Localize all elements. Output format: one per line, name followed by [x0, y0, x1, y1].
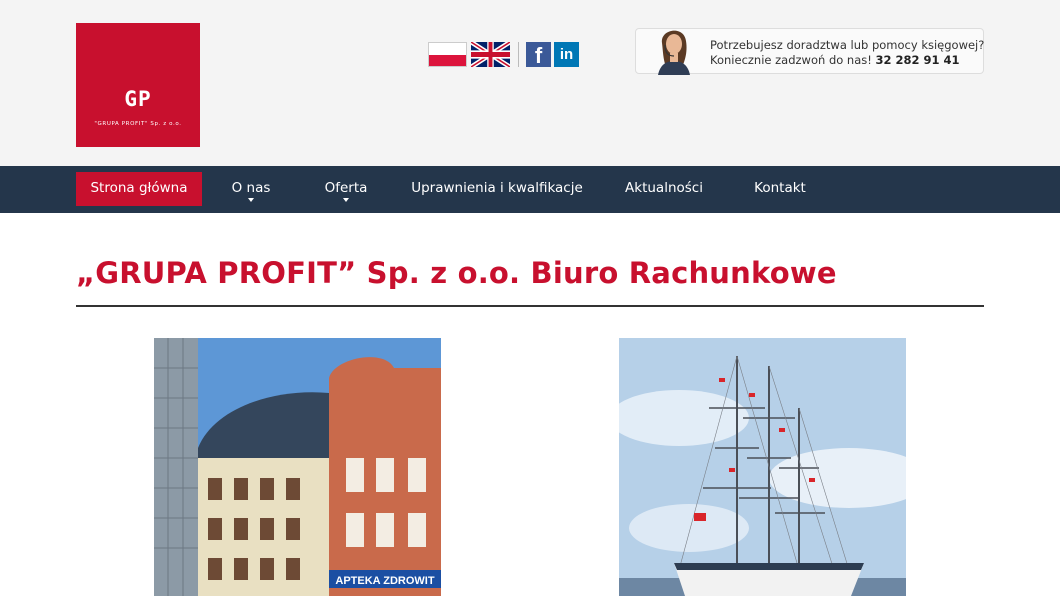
logo-subtitle: "GRUPA PROFIT" Sp. z o.o. — [94, 121, 182, 127]
polish-flag-icon[interactable] — [428, 42, 467, 67]
help-contact-box: Potrzebujesz doradztwa lub pomocy księgo… — [635, 28, 984, 75]
support-agent-icon — [658, 30, 690, 75]
help-call: Koniecznie zadzwoń do nas! 32 282 91 41 — [710, 53, 984, 68]
title-underline — [76, 305, 984, 307]
nav-label: Strona główna — [90, 180, 188, 196]
logo-mark: GP — [124, 87, 152, 111]
help-question: Potrzebujesz doradztwa lub pomocy księgo… — [710, 38, 985, 52]
nav-item-offer[interactable]: Oferta — [310, 172, 382, 206]
dropdown-caret-icon — [248, 198, 254, 202]
linkedin-icon[interactable]: in — [554, 42, 579, 67]
pharmacy-sign: APTEKA ZDROWIT — [335, 575, 434, 587]
nav-item-news[interactable]: Aktualności — [614, 172, 714, 206]
nav-item-about[interactable]: O nas — [214, 172, 288, 206]
nav-label: Uprawnienia i kwalfikacje — [411, 180, 583, 196]
help-text: Potrzebujesz doradztwa lub pomocy księgo… — [710, 38, 984, 68]
help-call-prefix: Koniecznie zadzwoń do nas! — [710, 53, 872, 67]
header-divider — [518, 42, 519, 67]
building-photo[interactable]: APTEKA ZDROWIT — [154, 338, 441, 596]
page-title: „GRUPA PROFIT” Sp. z o.o. Biuro Rachunko… — [76, 256, 837, 290]
nav-item-home[interactable]: Strona główna — [76, 172, 202, 206]
facebook-icon[interactable]: f — [526, 42, 551, 68]
nav-item-qualifications[interactable]: Uprawnienia i kwalfikacje — [410, 172, 584, 206]
british-flag-icon[interactable] — [471, 42, 510, 67]
site-header: GP "GRUPA PROFIT" Sp. z o.o. f in Potrze… — [0, 0, 1060, 166]
tall-ship-photo[interactable] — [619, 338, 906, 596]
nav-item-contact[interactable]: Kontakt — [744, 172, 816, 206]
phone-number[interactable]: 32 282 91 41 — [876, 53, 960, 67]
nav-label: Kontakt — [754, 180, 806, 196]
nav-label: O nas — [231, 180, 271, 196]
dropdown-caret-icon — [343, 198, 349, 202]
nav-label: Oferta — [324, 180, 368, 196]
main-navigation: Strona główna O nas Oferta Uprawnienia i… — [0, 166, 1060, 213]
company-logo[interactable]: GP "GRUPA PROFIT" Sp. z o.o. — [76, 23, 200, 147]
nav-label: Aktualności — [625, 180, 703, 196]
